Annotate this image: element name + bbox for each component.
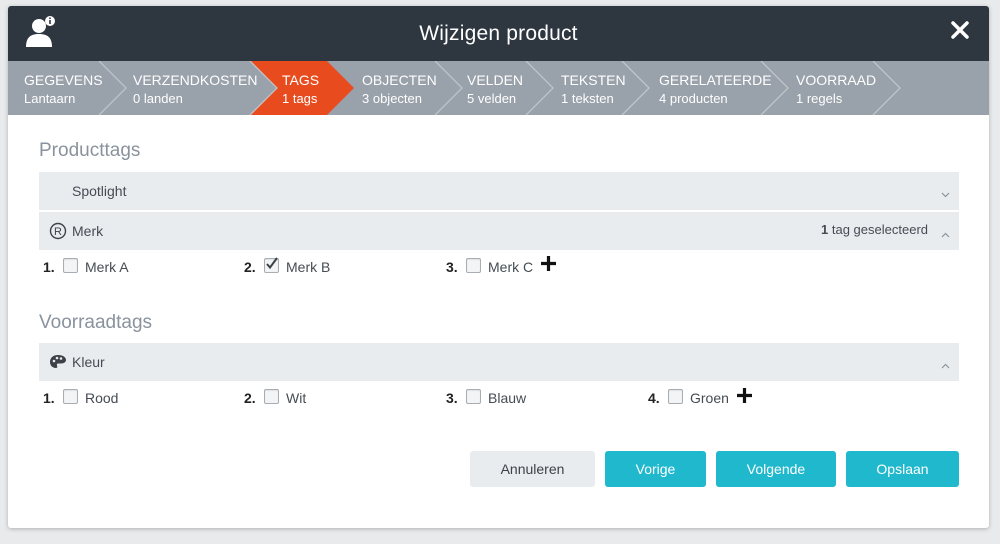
option-label: Rood (85, 390, 119, 406)
merk-b-checkbox[interactable] (264, 256, 279, 273)
step-subtitle: 1 tags (282, 91, 318, 106)
option-number: 3. (446, 390, 458, 406)
step-subtitle: 1 teksten (561, 91, 614, 106)
selected-count-number: 1 (821, 222, 829, 237)
kleur-option-2[interactable]: 2. Wit (244, 388, 307, 406)
option-label: Blauw (488, 390, 527, 406)
groen-checkbox[interactable] (668, 388, 683, 404)
merk-label: Merk (72, 223, 104, 239)
option-number: 4. (648, 390, 660, 406)
step-title: OBJECTEN (362, 72, 437, 88)
producttags-title: Producttags (39, 140, 141, 161)
step-subtitle: 4 producten (659, 91, 728, 106)
merk-c-checkbox[interactable] (466, 257, 481, 273)
spotlight-label: Spotlight (72, 183, 127, 199)
add-tag-icon[interactable] (736, 387, 753, 409)
registered-icon: R (49, 222, 67, 243)
step-subtitle: 1 regels (796, 91, 843, 106)
rood-checkbox[interactable] (63, 388, 78, 404)
option-number: 1. (43, 390, 55, 406)
cancel-button[interactable]: Annuleren (470, 451, 595, 487)
step-subtitle: 3 objecten (362, 91, 422, 106)
palette-icon (49, 353, 67, 374)
merk-option-1[interactable]: 1. Merk A (43, 257, 129, 275)
chevron-down-icon[interactable] (941, 185, 950, 201)
step-subtitle: 0 landen (133, 91, 183, 106)
selected-count: 1 tag geselecteerd (821, 222, 928, 237)
option-label: Groen (690, 390, 729, 406)
step-title: VOORRAAD (796, 72, 877, 88)
check-icon (266, 256, 278, 269)
step-velden[interactable]: VELDEN 5 velden (467, 61, 523, 115)
option-number: 2. (244, 390, 256, 406)
step-title: GEGEVENS (24, 72, 103, 88)
option-number: 1. (43, 259, 55, 275)
voorraadtags-title: Voorraadtags (39, 312, 153, 333)
step-title: TAGS (282, 72, 320, 88)
wit-checkbox[interactable] (264, 388, 279, 404)
save-button[interactable]: Opslaan (846, 451, 959, 487)
dialog-title: Wijzigen product (419, 21, 578, 45)
step-tags[interactable]: TAGS 1 tags (282, 61, 319, 115)
previous-button[interactable]: Vorige (605, 451, 706, 487)
selected-count-text: tag geselecteerd (831, 222, 928, 237)
step-gegevens[interactable]: GEGEVENS Lantaarn (24, 61, 103, 115)
kleur-group-bar[interactable]: Kleur (39, 343, 959, 381)
step-title: GERELATEERDE (659, 72, 772, 88)
step-gerelateerde[interactable]: GERELATEERDE 4 producten (659, 61, 772, 115)
option-label: Wit (286, 390, 307, 406)
wizard-steps: GEGEVENS Lantaarn VERZENDKOSTEN 0 landen… (8, 61, 989, 115)
step-title: TEKSTEN (561, 72, 626, 88)
edit-product-dialog: Wijzigen product GEGEVENS Lantaarn VERZE… (8, 6, 989, 528)
kleur-option-4[interactable]: 4. Groen (648, 388, 729, 406)
option-label: Merk C (488, 259, 534, 275)
merk-group-bar[interactable]: R Merk 1 tag geselecteerd (39, 212, 959, 250)
option-label: Merk A (85, 259, 129, 275)
merk-a-checkbox[interactable] (63, 257, 78, 273)
kleur-label: Kleur (72, 354, 105, 370)
user-info-icon (25, 15, 59, 54)
spotlight-group-bar[interactable]: Spotlight (39, 172, 959, 210)
kleur-option-3[interactable]: 3. Blauw (446, 388, 527, 406)
next-button[interactable]: Volgende (716, 451, 836, 487)
option-number: 3. (446, 259, 458, 275)
merk-option-2[interactable]: 2. Merk B (244, 256, 331, 275)
svg-text:R: R (54, 226, 62, 238)
step-voorraad[interactable]: VOORRAAD 1 regels (796, 61, 876, 115)
step-verzendkosten[interactable]: VERZENDKOSTEN 0 landen (133, 61, 257, 115)
kleur-option-1[interactable]: 1. Rood (43, 388, 119, 406)
chevron-up-icon[interactable] (941, 225, 950, 241)
merk-option-3[interactable]: 3. Merk C (446, 257, 534, 275)
option-number: 2. (244, 259, 256, 275)
chevron-up-icon[interactable] (941, 356, 950, 372)
step-title: VERZENDKOSTEN (133, 72, 258, 88)
close-icon[interactable] (949, 19, 971, 46)
dialog-header: Wijzigen product (8, 6, 989, 61)
step-subtitle: Lantaarn (24, 91, 76, 106)
step-objecten[interactable]: OBJECTEN 3 objecten (362, 61, 437, 115)
step-title: VELDEN (467, 72, 524, 88)
step-teksten[interactable]: TEKSTEN 1 teksten (561, 61, 626, 115)
step-subtitle: 5 velden (467, 91, 517, 106)
add-tag-icon[interactable] (540, 255, 557, 277)
blauw-checkbox[interactable] (466, 388, 481, 404)
option-label: Merk B (286, 259, 331, 275)
